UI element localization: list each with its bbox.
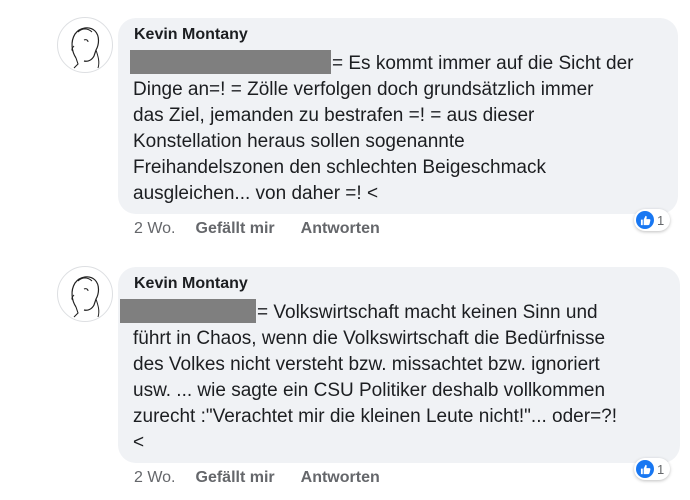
reply-button[interactable]: Antworten (301, 220, 380, 238)
profile-sketch-icon (71, 276, 100, 318)
comment-timestamp[interactable]: 2 Wo. (134, 220, 176, 238)
reaction-badge[interactable]: 1 (634, 458, 670, 480)
profile-sketch-icon (71, 27, 100, 69)
comment-text-line: Freihandelszonen den schlechten Beigesch… (133, 157, 546, 178)
redacted-mention (120, 299, 256, 323)
comment-text-line: zurecht :"Verachtet mir die kleinen Leut… (133, 406, 618, 427)
comment-text-line: Dinge an=! = Zölle verfolgen doch grunds… (133, 79, 594, 100)
comment-text-line: < (133, 432, 145, 453)
comment-bubble: Kevin Montany = Volkswirtschaft macht ke… (118, 267, 680, 463)
comment-timestamp[interactable]: 2 Wo. (134, 469, 176, 487)
redacted-mention (130, 50, 331, 74)
comment-bubble: Kevin Montany = Es kommt immer auf die S… (118, 18, 678, 214)
comment-text-line: führt in Chaos, wenn die Volkswirtschaft… (133, 328, 606, 349)
thumbs-up-icon (636, 460, 654, 478)
comment-text-line: = Es kommt immer auf die Sicht der (332, 53, 634, 74)
comment-text-line: ausgleichen... von daher =! < (133, 183, 379, 204)
comment-text-line: usw. ... wie sagte ein CSU Politiker des… (133, 380, 606, 401)
comment-author[interactable]: Kevin Montany (134, 26, 248, 44)
reply-button[interactable]: Antworten (301, 469, 380, 487)
comment-text-line: des Volkes nicht versteht bzw. missachte… (133, 354, 600, 375)
comment-text-line: Konstellation heraus sollen sogenannte (133, 131, 465, 152)
avatar[interactable] (57, 17, 113, 73)
comment-actions: 2 Wo. Gefällt mir Antworten (134, 220, 406, 238)
reaction-count: 1 (657, 212, 665, 228)
like-button[interactable]: Gefällt mir (196, 220, 275, 238)
comment-author[interactable]: Kevin Montany (134, 275, 248, 293)
comment-text-line: = Volkswirtschaft macht keinen Sinn und (257, 302, 598, 323)
like-button[interactable]: Gefällt mir (196, 469, 275, 487)
comment-actions: 2 Wo. Gefällt mir Antworten (134, 469, 406, 487)
avatar[interactable] (57, 266, 113, 322)
reaction-badge[interactable]: 1 (634, 209, 670, 231)
thumbs-up-icon (636, 211, 654, 229)
reaction-count: 1 (657, 461, 665, 477)
comment-text-line: das Ziel, jemanden zu bestrafen =! = aus… (133, 105, 535, 126)
